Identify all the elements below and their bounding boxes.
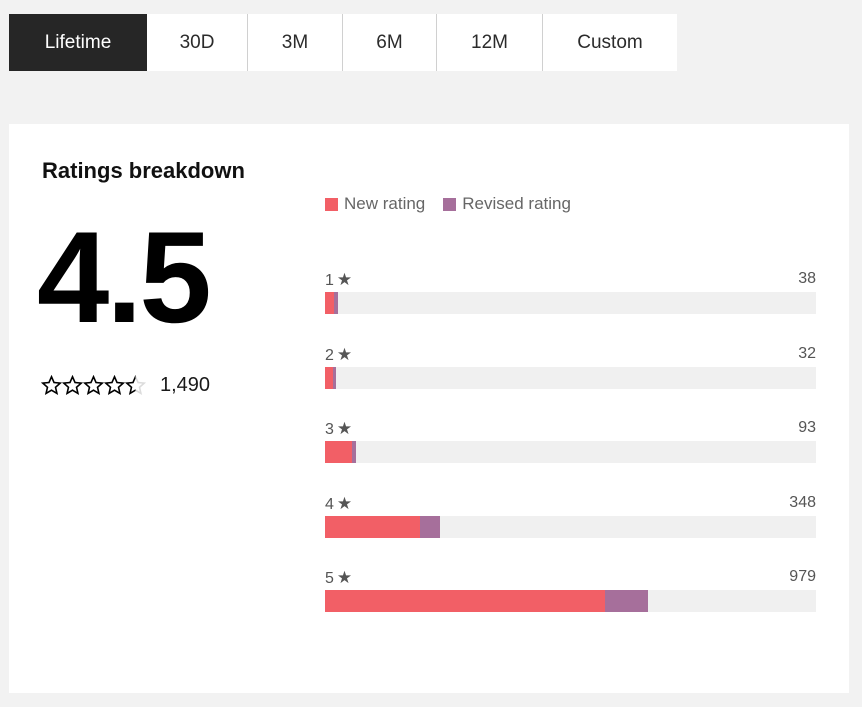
rating-count: 32: [798, 344, 816, 362]
bar-track: [325, 515, 816, 538]
star-icon: ★: [336, 568, 353, 587]
bar-segment-new-rating: [325, 590, 606, 612]
average-rating: 4.5: [37, 204, 212, 350]
bar-track: [325, 292, 816, 314]
legend-swatch-new: [325, 197, 338, 211]
tab-12m[interactable]: 12M: [437, 14, 543, 71]
rating-count: 979: [789, 568, 816, 585]
tab-30d[interactable]: 30D: [147, 14, 248, 71]
tab-lifetime[interactable]: Lifetime: [9, 14, 147, 71]
bar-segment-revised-rating: [352, 441, 356, 463]
rating-row-label: 4 ★: [325, 494, 352, 514]
tab-custom[interactable]: Custom: [543, 14, 677, 71]
tab-3m[interactable]: 3M: [248, 14, 343, 71]
bar-track: [325, 441, 816, 463]
bar-segment-new-rating: [325, 292, 334, 314]
legend-swatch-revised: [443, 197, 457, 211]
rating-row-label: 3 ★: [325, 419, 352, 439]
legend-item-revised-rating: Revised rating: [443, 194, 571, 214]
bar-segment-new-rating: [325, 441, 353, 463]
rating-row-3-star: 3 ★ 93: [325, 419, 816, 494]
time-range-tabs: Lifetime 30D 3M 6M 12M Custom: [9, 14, 677, 71]
star-level: 4: [325, 495, 334, 513]
bar-track: [325, 366, 816, 389]
rating-row-5-star: 5 ★ 979: [325, 568, 816, 643]
legend-item-new-rating: New rating: [325, 194, 425, 214]
star-level: 3: [325, 421, 334, 438]
total-ratings-count: 1,490: [160, 374, 211, 396]
rating-bars: 1 ★ 38 2 ★ 32 3 ★ 93 4 ★ 348 5 ★ 979: [325, 270, 816, 643]
bar-segment-new-rating: [325, 515, 420, 538]
star-icon: ★: [336, 270, 353, 289]
star-icon: ★: [336, 419, 353, 438]
star-icon: [104, 375, 125, 395]
rating-row-1-star: 1 ★ 38: [325, 270, 816, 345]
rating-row-label: 2 ★: [325, 345, 352, 365]
rating-row-label: 1 ★: [325, 270, 352, 290]
bar-track: [325, 590, 816, 612]
rating-row-4-star: 4 ★ 348: [325, 494, 816, 569]
star-level: 2: [325, 346, 334, 364]
rating-count: 38: [798, 270, 816, 287]
bar-segment-revised-rating: [332, 366, 336, 389]
ratings-breakdown-card: Ratings breakdown 4.5 1,490 New rating R…: [9, 124, 849, 693]
tab-6m[interactable]: 6M: [343, 14, 437, 71]
star-level: 1: [325, 272, 334, 289]
star-icon: ★: [336, 493, 353, 513]
rating-count: 93: [798, 419, 816, 436]
star-icon: [125, 375, 146, 395]
rating-count: 348: [789, 493, 816, 511]
star-icon: [62, 375, 83, 395]
card-title: Ratings breakdown: [42, 158, 245, 183]
bar-segment-revised-rating: [605, 590, 648, 612]
legend-label-revised: Revised rating: [462, 194, 571, 213]
bar-segment-revised-rating: [419, 515, 440, 538]
star-rating-summary: 1,490: [41, 374, 210, 397]
legend-label-new: New rating: [344, 194, 426, 213]
star-level: 5: [325, 570, 334, 587]
star-rating: [41, 375, 146, 396]
star-icon: [83, 375, 104, 395]
bar-segment-new-rating: [325, 366, 333, 389]
star-icon: ★: [336, 344, 353, 364]
star-icon: [41, 375, 62, 395]
rating-row-label: 5 ★: [325, 568, 352, 588]
chart-legend: New rating Revised rating: [325, 194, 589, 214]
rating-row-2-star: 2 ★ 32: [325, 345, 816, 420]
bar-segment-revised-rating: [333, 292, 338, 314]
